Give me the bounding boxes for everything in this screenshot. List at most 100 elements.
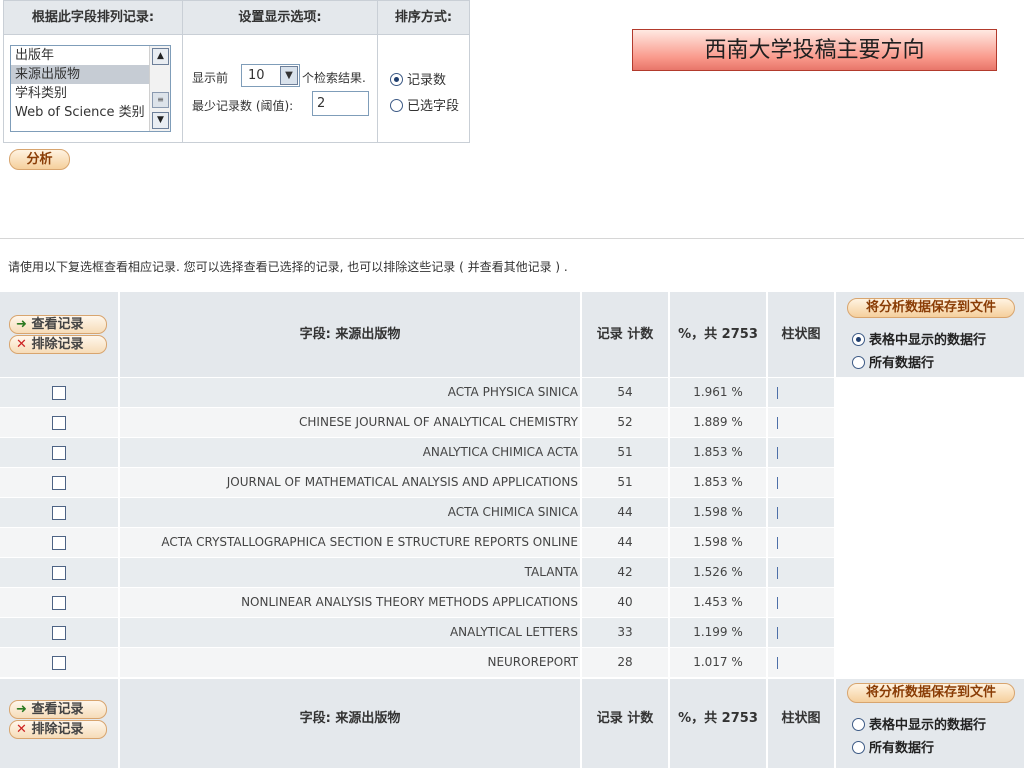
percent-cell: 1.853 % — [670, 438, 766, 467]
column-divider — [377, 1, 378, 142]
field-list-item[interactable]: 出版年 — [11, 46, 149, 65]
view-records-label: 查看记录 — [31, 702, 84, 717]
save-to-file-button[interactable]: 将分析数据保存到文件 — [847, 298, 1015, 318]
table-row: ANALYTICAL LETTERS 33 1.199 % — [0, 618, 836, 648]
instructions-text: 请使用以下复选框查看相应记录. 您可以选择查看已选择的记录, 也可以排除这些记录… — [8, 260, 568, 274]
view-records-button[interactable]: ➜ 查看记录 — [9, 700, 107, 719]
percent-cell: 1.853 % — [670, 468, 766, 497]
field-list-item[interactable]: Web of Science 类别 — [11, 103, 149, 122]
bar-mark — [777, 417, 778, 429]
radio-icon[interactable] — [390, 73, 403, 86]
percent-column-header: %，共 2753 — [678, 711, 758, 726]
row-select-cell — [0, 408, 118, 437]
row-checkbox[interactable] — [52, 446, 66, 460]
row-checkbox[interactable] — [52, 386, 66, 400]
field-column-header: 字段: 来源出版物 — [299, 711, 401, 726]
radio-icon[interactable] — [852, 333, 865, 346]
table-row: NEUROREPORT 28 1.017 % — [0, 648, 836, 678]
row-checkbox[interactable] — [52, 506, 66, 520]
bar-chart-cell — [768, 378, 834, 407]
source-title-cell: JOURNAL OF MATHEMATICAL ANALYSIS AND APP… — [120, 468, 580, 497]
sort-by-count-option[interactable]: 记录数 — [390, 69, 446, 88]
row-checkbox[interactable] — [52, 416, 66, 430]
scroll-down-icon[interactable]: ▼ — [152, 112, 169, 129]
record-count-cell: 42 — [582, 558, 668, 587]
result-count-select[interactable]: 10 ▼ — [241, 64, 300, 87]
bar-chart-cell — [768, 498, 834, 527]
field-listbox[interactable]: 出版年 来源出版物 学科类别 Web of Science 类别 ▲ ≡ ▼ — [10, 45, 171, 132]
row-select-cell — [0, 468, 118, 497]
bar-chart-cell — [768, 588, 834, 617]
row-checkbox[interactable] — [52, 656, 66, 670]
row-checkbox[interactable] — [52, 476, 66, 490]
source-title-cell: ACTA PHYSICA SINICA — [120, 378, 580, 407]
min-records-input[interactable]: 2 — [312, 91, 369, 116]
bar-mark — [777, 507, 778, 519]
close-icon: ✕ — [16, 337, 27, 352]
radio-icon[interactable] — [852, 718, 865, 731]
source-title-cell: TALANTA — [120, 558, 580, 587]
column-divider — [182, 1, 183, 142]
percent-cell: 1.961 % — [670, 378, 766, 407]
sort-order-header: 排序方式: — [378, 1, 469, 35]
table-row: TALANTA 42 1.526 % — [0, 558, 836, 588]
table-row: ACTA PHYSICA SINICA 54 1.961 % — [0, 378, 836, 408]
row-select-cell — [0, 648, 118, 677]
source-title-cell: ANALYTICA CHIMICA ACTA — [120, 438, 580, 467]
display-options-header: 设置显示选项: — [183, 1, 377, 35]
column-divider — [834, 679, 836, 768]
sort-by-field-option[interactable]: 已选字段 — [390, 95, 459, 114]
save-all-rows-option[interactable]: 所有数据行 — [852, 352, 934, 371]
bar-mark — [777, 477, 778, 489]
percent-cell: 1.889 % — [670, 408, 766, 437]
save-shown-rows-option[interactable]: 表格中显示的数据行 — [852, 329, 986, 348]
field-column-header: 字段: 来源出版物 — [299, 327, 401, 342]
field-list-item[interactable]: 来源出版物 — [11, 65, 149, 84]
bar-mark — [777, 597, 778, 609]
row-select-cell — [0, 558, 118, 587]
record-count-cell: 54 — [582, 378, 668, 407]
save-all-rows-label: 所有数据行 — [869, 356, 935, 371]
analysis-options-panel: 根据此字段排列记录: 设置显示选项: 排序方式: 出版年 来源出版物 学科类别 Web… — [3, 0, 470, 143]
save-shown-rows-option[interactable]: 表格中显示的数据行 — [852, 714, 986, 733]
table-row: CHINESE JOURNAL OF ANALYTICAL CHEMISTRY 5… — [0, 408, 836, 438]
bar-mark — [777, 387, 778, 399]
row-checkbox[interactable] — [52, 596, 66, 610]
listbox-scrollbar[interactable]: ▲ ≡ ▼ — [149, 46, 170, 131]
save-all-rows-option[interactable]: 所有数据行 — [852, 737, 934, 756]
arrow-right-icon: ➜ — [16, 702, 27, 717]
save-shown-rows-label: 表格中显示的数据行 — [869, 718, 987, 733]
count-column-header: 记录 计数 — [596, 711, 654, 726]
save-to-file-button[interactable]: 将分析数据保存到文件 — [847, 683, 1015, 703]
view-records-button[interactable]: ➜ 查看记录 — [9, 315, 107, 334]
chevron-down-icon[interactable]: ▼ — [280, 66, 298, 85]
exclude-records-button[interactable]: ✕ 排除记录 — [9, 720, 107, 739]
table-row: ANALYTICA CHIMICA ACTA 51 1.853 % — [0, 438, 836, 468]
radio-icon[interactable] — [390, 99, 403, 112]
scroll-up-icon[interactable]: ▲ — [152, 48, 169, 65]
radio-icon[interactable] — [852, 356, 865, 369]
row-select-cell — [0, 528, 118, 557]
table-header-top: ➜ 查看记录 ✕ 排除记录 字段: 来源出版物 记录 计数 %，共 2753 柱… — [0, 292, 1024, 377]
bar-column-header: 柱状图 — [781, 711, 821, 726]
view-records-label: 查看记录 — [31, 317, 84, 332]
percent-column-header: %，共 2753 — [678, 327, 758, 342]
record-count-cell: 44 — [582, 498, 668, 527]
source-title-cell: ACTA CRYSTALLOGRAPHICA SECTION E STRUCTU… — [120, 528, 580, 557]
percent-cell: 1.453 % — [670, 588, 766, 617]
exclude-records-button[interactable]: ✕ 排除记录 — [9, 335, 107, 354]
record-count-cell: 44 — [582, 528, 668, 557]
field-list-item[interactable]: 学科类别 — [11, 84, 149, 103]
row-select-cell — [0, 588, 118, 617]
analyze-button[interactable]: 分析 — [9, 149, 70, 170]
row-checkbox[interactable] — [52, 566, 66, 580]
bar-column-header: 柱状图 — [781, 327, 821, 342]
radio-icon[interactable] — [852, 741, 865, 754]
source-title-cell: NONLINEAR ANALYSIS THEORY METHODS APPLIC… — [120, 588, 580, 617]
row-checkbox[interactable] — [52, 536, 66, 550]
scroll-thumb[interactable]: ≡ — [152, 92, 169, 108]
percent-cell: 1.598 % — [670, 498, 766, 527]
row-checkbox[interactable] — [52, 626, 66, 640]
divider — [0, 238, 1024, 239]
sort-field-header: 根据此字段排列记录: — [4, 1, 182, 35]
